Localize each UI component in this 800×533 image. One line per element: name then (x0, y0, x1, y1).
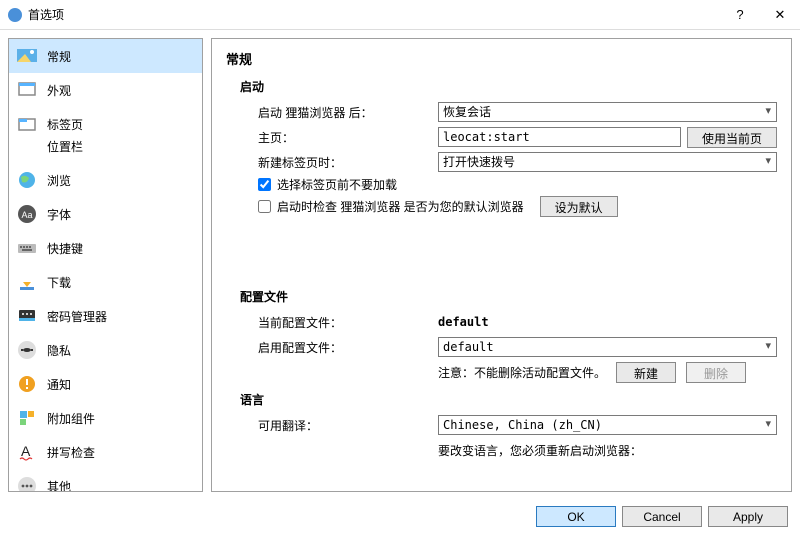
default-check-label: 启动时检查 狸猫浏览器 是否为您的默认浏览器 (277, 198, 524, 215)
sidebar-item-label: 标签页 (47, 116, 83, 133)
font-icon: Aa (17, 204, 37, 224)
group-profiles: 配置文件 (240, 288, 777, 305)
enable-profile-label: 启用配置文件： (258, 339, 438, 356)
use-current-button[interactable]: 使用当前页 (687, 127, 777, 148)
noload-checkbox[interactable] (258, 178, 271, 191)
appearance-icon (17, 80, 37, 100)
sidebar-item-label: 字体 (47, 206, 71, 223)
sidebar-item-label: 下载 (47, 274, 71, 291)
restart-note: 要改变语言，您必须重新启动浏览器： (438, 442, 642, 459)
sidebar-item-locationbar[interactable]: 位置栏 (9, 136, 202, 163)
sidebar-item-label: 位置栏 (47, 138, 83, 155)
spellcheck-icon: A (17, 442, 37, 462)
apply-button[interactable]: Apply (708, 506, 788, 527)
set-default-button[interactable]: 设为默认 (540, 196, 618, 217)
svg-text:Aa: Aa (21, 210, 32, 220)
sidebar-item-label: 通知 (47, 376, 71, 393)
more-icon (17, 476, 37, 492)
sidebar-item-addons[interactable]: 附加组件 (9, 401, 202, 435)
sidebar-item-label: 密码管理器 (47, 308, 107, 325)
general-icon (17, 46, 37, 66)
group-language: 语言 (240, 391, 777, 408)
new-profile-button[interactable]: 新建 (616, 362, 676, 383)
sidebar-item-spellcheck[interactable]: A 拼写检查 (9, 435, 202, 469)
sidebar-item-label: 快捷键 (47, 240, 83, 257)
default-check-checkbox[interactable] (258, 200, 271, 213)
sidebar-item-tabs[interactable]: 标签页 (9, 107, 202, 136)
sidebar-item-label: 附加组件 (47, 410, 95, 427)
tabs-icon (17, 114, 37, 134)
sidebar-item-downloads[interactable]: 下载 (9, 265, 202, 299)
privacy-icon (17, 340, 37, 360)
window-title: 首选项 (28, 6, 720, 23)
sidebar-item-label: 其他 (47, 478, 71, 493)
sidebar-item-shortcuts[interactable]: 快捷键 (9, 231, 202, 265)
sidebar-item-privacy[interactable]: 隐私 (9, 333, 202, 367)
blank-icon (17, 136, 37, 156)
help-button[interactable]: ? (720, 0, 760, 30)
dialog-footer: OK Cancel Apply (0, 500, 800, 533)
current-profile-label: 当前配置文件： (258, 314, 438, 331)
homepage-input[interactable] (438, 127, 681, 147)
current-profile-value: default (438, 315, 489, 329)
sidebar-item-label: 浏览 (47, 172, 71, 189)
sidebar-item-label: 隐私 (47, 342, 71, 359)
sidebar-item-other[interactable]: 其他 (9, 469, 202, 492)
keyboard-icon (17, 238, 37, 258)
sidebar-item-label: 常规 (47, 48, 71, 65)
ok-button[interactable]: OK (536, 506, 616, 527)
profile-note: 注意：不能删除活动配置文件。 (438, 364, 606, 381)
cancel-button[interactable]: Cancel (622, 506, 702, 527)
page-heading: 常规 (226, 49, 777, 68)
language-select[interactable]: Chinese, China (zh_CN) (438, 415, 777, 435)
newtab-select[interactable]: 打开快速拨号 (438, 152, 777, 172)
noload-label: 选择标签页前不要加载 (277, 176, 397, 193)
app-icon (8, 8, 22, 22)
sidebar-item-general[interactable]: 常规 (9, 39, 202, 73)
sidebar-item-passwords[interactable]: 密码管理器 (9, 299, 202, 333)
sidebar: 常规 外观 标签页 位置栏 浏览 Aa 字体 快捷键 下载 (8, 38, 203, 492)
sidebar-item-browsing[interactable]: 浏览 (9, 163, 202, 197)
svg-text:A: A (21, 443, 31, 459)
content-panel: 常规 启动 启动 狸猫浏览器 后： 恢复会话 主页： 使用当前页 新建标签页时：… (211, 38, 792, 492)
sidebar-item-notifications[interactable]: 通知 (9, 367, 202, 401)
sidebar-item-label: 拼写检查 (47, 444, 95, 461)
on-start-select[interactable]: 恢复会话 (438, 102, 777, 122)
sidebar-item-fonts[interactable]: Aa 字体 (9, 197, 202, 231)
alert-icon (17, 374, 37, 394)
delete-profile-button[interactable]: 删除 (686, 362, 746, 383)
on-start-label: 启动 狸猫浏览器 后： (258, 104, 438, 121)
password-icon (17, 306, 37, 326)
globe-icon (17, 170, 37, 190)
newtab-label: 新建标签页时： (258, 154, 438, 171)
addon-icon (17, 408, 37, 428)
sidebar-item-appearance[interactable]: 外观 (9, 73, 202, 107)
close-button[interactable]: ✕ (760, 0, 800, 30)
enable-profile-select[interactable]: default (438, 337, 777, 357)
available-lang-label: 可用翻译： (258, 417, 438, 434)
homepage-label: 主页： (258, 129, 438, 146)
sidebar-item-label: 外观 (47, 82, 71, 99)
group-startup: 启动 (240, 78, 777, 95)
download-icon (17, 272, 37, 292)
